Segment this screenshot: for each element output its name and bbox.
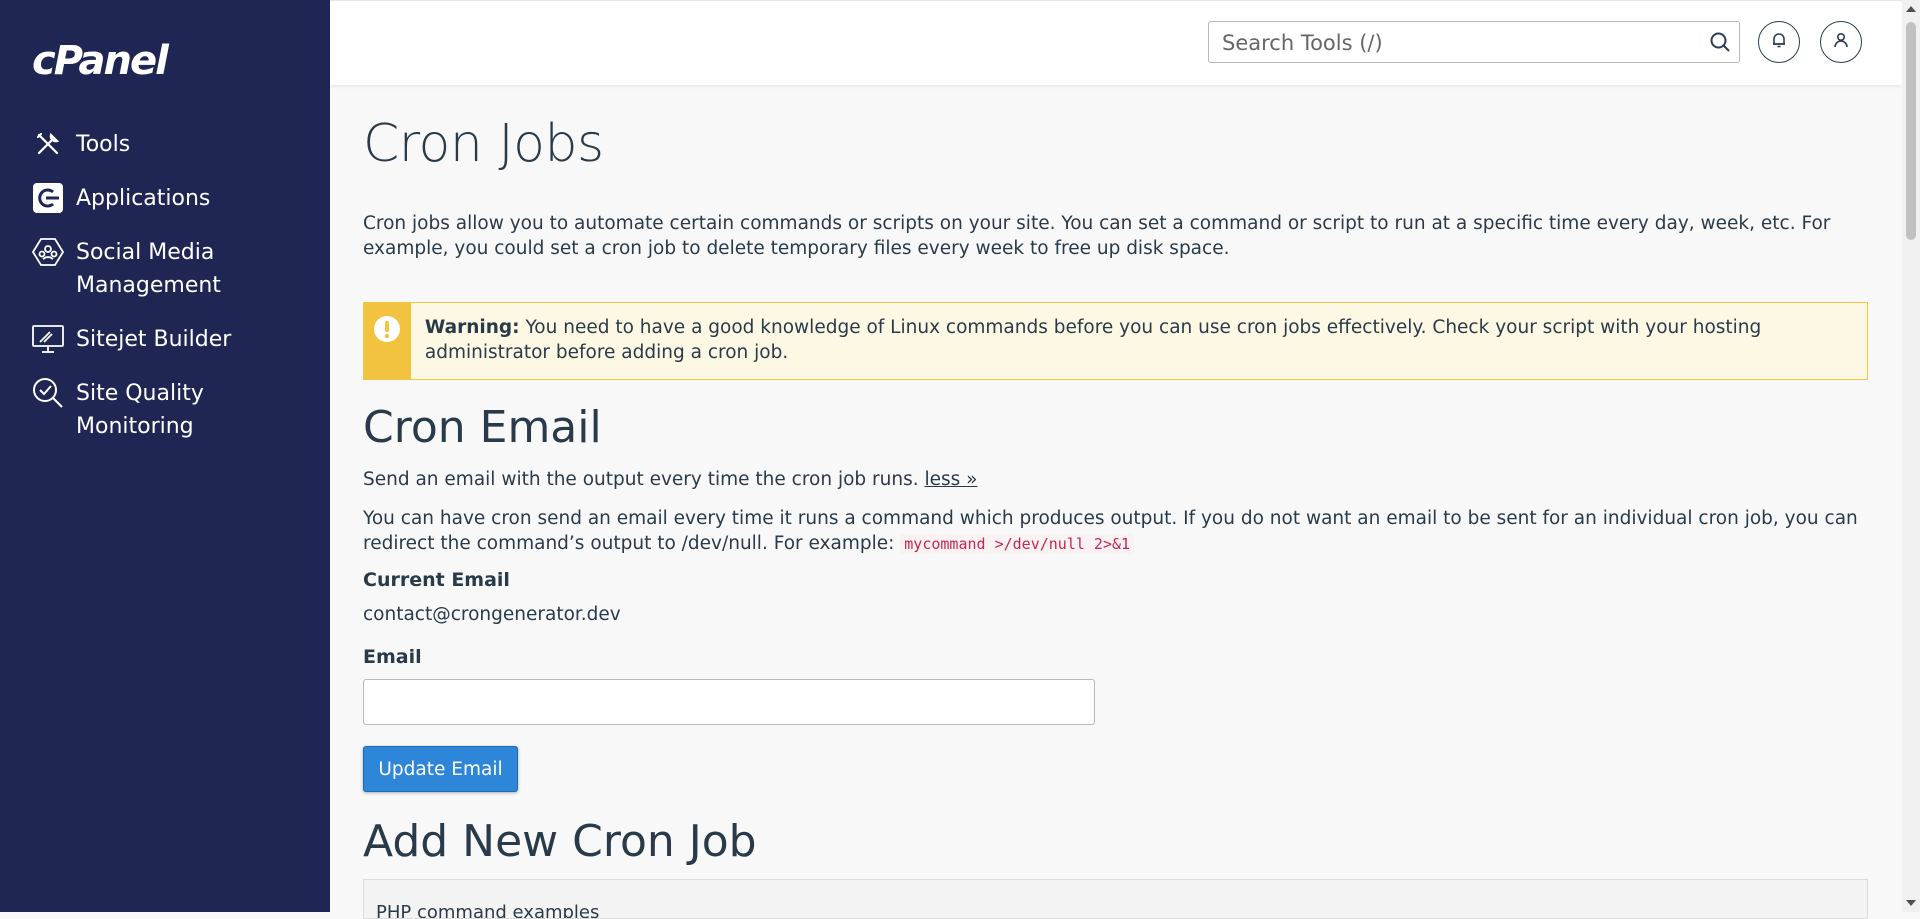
current-email-label: Current Email bbox=[363, 569, 510, 591]
sidebar-item-label: Tools bbox=[76, 132, 131, 157]
intro-text: Cron jobs allow you to automate certain … bbox=[363, 213, 1831, 259]
cron-email-heading: Cron Email bbox=[363, 402, 602, 453]
notifications-button[interactable] bbox=[1758, 21, 1800, 63]
email-label: Email bbox=[363, 646, 422, 668]
applications-icon bbox=[32, 182, 64, 214]
warning-text: Warning: You need to have a good knowled… bbox=[411, 303, 1867, 379]
sidebar-item-social-media-management[interactable]: Social Media Management bbox=[0, 236, 330, 302]
sitejet-icon bbox=[32, 323, 64, 355]
scroll-up-arrow-icon[interactable] bbox=[1906, 6, 1916, 12]
example-command: mycommand >/dev/null 2>&1 bbox=[900, 534, 1135, 554]
social-media-icon bbox=[32, 236, 64, 268]
panel-text: PHP command examples bbox=[376, 902, 600, 919]
sidebar: cPanel Tools Applications Social Media M… bbox=[0, 0, 330, 912]
warning-label: Warning: bbox=[424, 317, 520, 338]
sidebar-item-applications[interactable]: Applications bbox=[0, 182, 330, 215]
cpanel-logo[interactable]: cPanel bbox=[32, 38, 169, 84]
warning-message: You need to have a good knowledge of Lin… bbox=[424, 317, 1762, 363]
search-icon[interactable] bbox=[1709, 31, 1731, 57]
search-input[interactable] bbox=[1220, 27, 1694, 59]
tools-icon bbox=[32, 128, 64, 160]
user-icon bbox=[1832, 31, 1850, 53]
sidebar-item-label: Social Media Management bbox=[76, 240, 221, 298]
sidebar-item-label: Applications bbox=[76, 186, 211, 211]
sidebar-item-tools[interactable]: Tools bbox=[0, 128, 330, 161]
page-title: Cron Jobs bbox=[363, 114, 604, 174]
bell-icon bbox=[1770, 31, 1788, 53]
sidebar-item-label: Sitejet Builder bbox=[76, 327, 232, 352]
add-cron-job-heading: Add New Cron Job bbox=[363, 816, 757, 867]
user-menu-button[interactable] bbox=[1820, 21, 1862, 63]
exclamation-icon bbox=[373, 315, 401, 379]
warning-callout: Warning: You need to have a good knowled… bbox=[363, 302, 1868, 380]
less-link[interactable]: less » bbox=[925, 469, 978, 490]
scroll-thumb[interactable] bbox=[1906, 22, 1916, 240]
top-header bbox=[330, 0, 1902, 85]
current-email-value: contact@crongenerator.dev bbox=[363, 604, 621, 625]
sidebar-item-label: Site Quality Monitoring bbox=[76, 381, 204, 439]
sidebar-nav: Tools Applications Social Media Manageme… bbox=[0, 128, 330, 464]
sidebar-item-site-quality-monitoring[interactable]: Site Quality Monitoring bbox=[0, 377, 330, 443]
cron-job-panel: PHP command examples bbox=[363, 879, 1868, 919]
cron-email-summary: Send an email with the output every time… bbox=[363, 467, 1868, 492]
sidebar-item-sitejet-builder[interactable]: Sitejet Builder bbox=[0, 323, 330, 356]
scroll-down-arrow-icon[interactable] bbox=[1906, 900, 1916, 906]
warning-icon-bar bbox=[364, 303, 411, 379]
cron-email-details: You can have cron send an email every ti… bbox=[363, 506, 1868, 557]
cron-email-summary-text: Send an email with the output every time… bbox=[363, 469, 919, 490]
search-box[interactable] bbox=[1208, 21, 1740, 63]
page-scrollbar[interactable] bbox=[1902, 0, 1920, 912]
update-email-button[interactable]: Update Email bbox=[363, 746, 518, 792]
site-quality-icon bbox=[32, 377, 64, 409]
email-field[interactable] bbox=[363, 679, 1095, 725]
